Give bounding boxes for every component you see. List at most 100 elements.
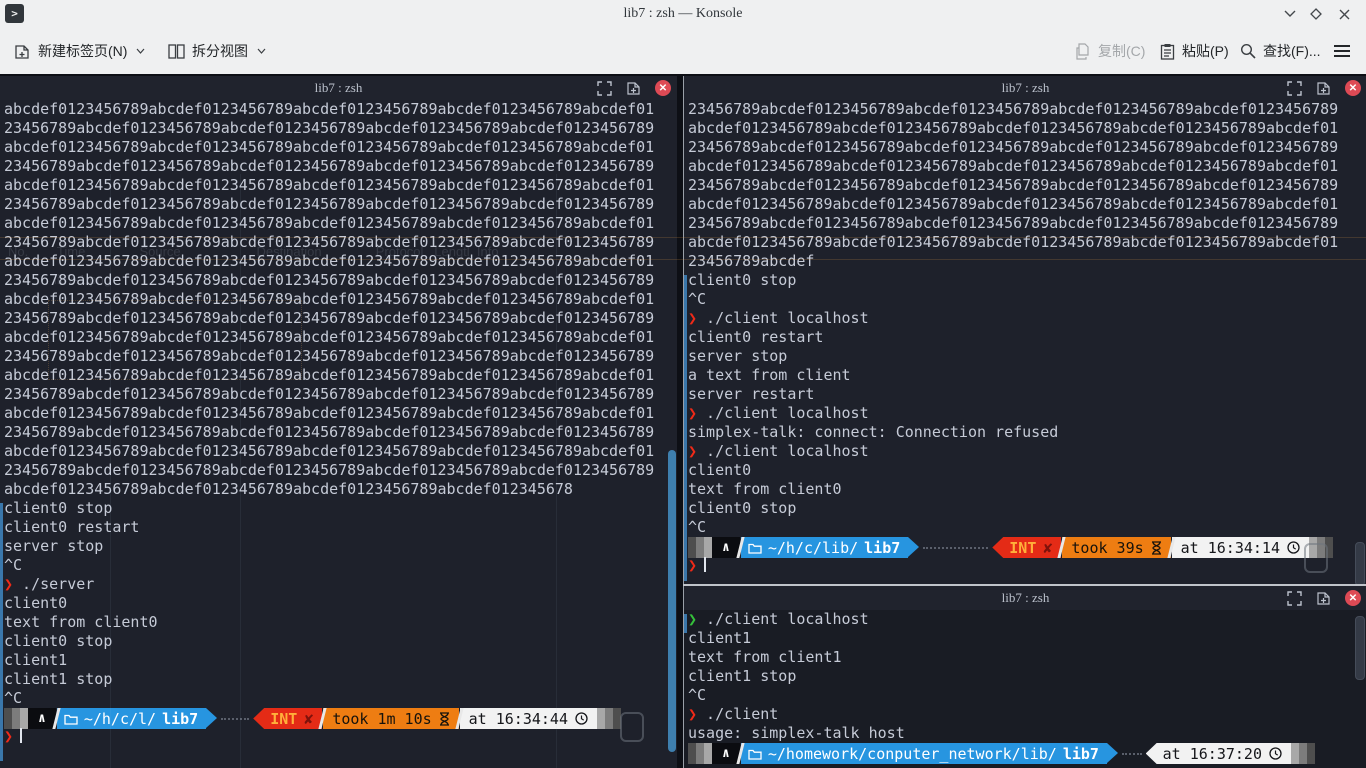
- terminal-line: abcdef0123456789abcdef0123456789abcdef01…: [688, 119, 1366, 138]
- prompt-segment-os: ∧: [712, 743, 740, 764]
- close-pane-icon[interactable]: ✕: [655, 80, 671, 96]
- terminal-line: server stop: [4, 537, 677, 556]
- terminal-line: abcdef0123456789abcdef0123456789abcdef01…: [4, 404, 677, 423]
- paste-label: 粘贴(P): [1182, 41, 1229, 61]
- folder-icon: [748, 748, 762, 760]
- close-button[interactable]: [1334, 4, 1354, 24]
- copy-label: 复制(C): [1098, 41, 1145, 61]
- terminal-line: ❯: [688, 556, 1366, 575]
- split-view-label: 拆分视图: [192, 41, 248, 61]
- folder-icon: [64, 713, 78, 725]
- prompt-segment-time: at 16:34:44: [460, 708, 597, 729]
- hourglass-icon: [439, 712, 450, 726]
- pane-header[interactable]: lib7 : zsh ✕: [684, 586, 1366, 610]
- folder-icon: [748, 542, 762, 554]
- paste-button[interactable]: 粘贴(P): [1160, 36, 1229, 66]
- new-tab-small-icon[interactable]: [626, 81, 641, 96]
- prompt-segment-int: INT✘: [992, 537, 1061, 558]
- terminal-line: client0: [4, 594, 677, 613]
- terminal-line: 23456789abcdef0123456789abcdef0123456789…: [4, 195, 677, 214]
- terminal-pane-left[interactable]: lib7 : zsh ✕ abcdef0123456789abcdef01234…: [0, 76, 677, 768]
- search-icon: [1240, 43, 1256, 59]
- terminal-line: ^C: [4, 556, 677, 575]
- terminal-line: abcdef0123456789abcdef0123456789abcdef01…: [4, 176, 677, 195]
- paste-icon: [1160, 43, 1175, 60]
- prompt-segment-directory: ~/homework/conputer_network/lib/lib7: [741, 743, 1107, 764]
- terminal-line: a text from client: [688, 366, 1366, 385]
- minimize-button[interactable]: [1280, 4, 1300, 24]
- close-pane-icon[interactable]: ✕: [1345, 590, 1361, 606]
- split-view-button[interactable]: 拆分视图: [168, 36, 266, 66]
- prompt-segment-time: at 16:37:20: [1146, 743, 1291, 764]
- terminal-line: server stop: [688, 347, 1366, 366]
- konsole-window: > lib7 : zsh — Konsole 新建标签页(N) 拆分视图: [0, 0, 1366, 768]
- scrollbar[interactable]: [1355, 616, 1365, 680]
- pane-title: lib7 : zsh: [1002, 590, 1050, 605]
- pane-header[interactable]: lib7 : zsh ✕: [0, 76, 677, 100]
- maximize-pane-icon[interactable]: [597, 81, 612, 96]
- new-tab-small-icon[interactable]: [1316, 81, 1331, 96]
- terminal-line: abcdef0123456789abcdef0123456789abcdef01…: [4, 252, 677, 271]
- terminal-line: 23456789abcdef: [688, 252, 1366, 271]
- maximize-pane-icon[interactable]: [1287, 81, 1302, 96]
- prompt-segment-directory: ~/h/c/lib/lib7: [741, 537, 908, 558]
- terminal-line: abcdef0123456789abcdef0123456789abcdef01…: [4, 214, 677, 233]
- prompt-segment-directory: ~/h/c/l/lib7: [57, 708, 206, 729]
- terminal-line: client1 stop: [688, 667, 1366, 686]
- close-pane-icon[interactable]: ✕: [1345, 80, 1361, 96]
- terminal-line: ^C: [688, 518, 1366, 537]
- terminal-line: ^C: [688, 686, 1366, 705]
- terminal-line: 23456789abcdef0123456789abcdef0123456789…: [4, 385, 677, 404]
- hamburger-icon: [1333, 44, 1351, 58]
- terminal-line: ❯: [4, 727, 677, 746]
- prompt-segment-duration: took 39s: [1062, 537, 1170, 558]
- maximize-button[interactable]: [1306, 4, 1326, 24]
- terminal-line: ❯ ./client localhost: [688, 404, 1366, 423]
- maximize-pane-icon[interactable]: [1287, 591, 1302, 606]
- hamburger-menu-button[interactable]: [1333, 36, 1351, 66]
- terminal-line: abcdef0123456789abcdef0123456789abcdef01…: [4, 480, 677, 499]
- new-tab-button[interactable]: 新建标签页(N): [14, 36, 145, 66]
- terminal-line: 23456789abcdef0123456789abcdef0123456789…: [688, 138, 1366, 157]
- terminal-line: client1 stop: [4, 670, 677, 689]
- new-tab-label: 新建标签页(N): [38, 41, 127, 61]
- terminal-line: abcdef0123456789abcdef0123456789abcdef01…: [688, 233, 1366, 252]
- terminal-line: ❯ ./client: [688, 705, 1366, 724]
- terminal-line: 23456789abcdef0123456789abcdef0123456789…: [4, 233, 677, 252]
- scrollbar[interactable]: [1355, 542, 1365, 584]
- terminal-line: client0 stop: [4, 632, 677, 651]
- rounded-rect-artifact: [620, 712, 644, 742]
- terminal-line: text from client0: [4, 613, 677, 632]
- terminal-line: client1: [688, 629, 1366, 648]
- new-tab-small-icon[interactable]: [1316, 591, 1331, 606]
- terminal-line: client1: [4, 651, 677, 670]
- terminal-line: text from client1: [688, 648, 1366, 667]
- prompt-segment-os: ∧: [28, 708, 56, 729]
- terminal-line: client0 restart: [4, 518, 677, 537]
- terminal-line: usage: simplex-talk host: [688, 724, 1366, 743]
- terminal-text[interactable]: abcdef0123456789abcdef0123456789abcdef01…: [4, 100, 677, 768]
- terminal-line: ❯ ./client localhost: [688, 309, 1366, 328]
- prompt-segment-os: ∧: [712, 537, 740, 558]
- scrollbar[interactable]: [668, 450, 676, 752]
- terminal-line: ❯ ./server: [4, 575, 677, 594]
- terminal-line: simplex-talk: connect: Connection refuse…: [688, 423, 1366, 442]
- find-button[interactable]: 查找(F)...: [1240, 36, 1321, 66]
- window-title: lib7 : zsh — Konsole: [0, 0, 1366, 28]
- terminal-text[interactable]: ❯ ./client localhostclient1text from cli…: [688, 610, 1366, 768]
- toolbar: 新建标签页(N) 拆分视图 复制(C) 粘贴(P): [0, 28, 1366, 75]
- terminal-line: server restart: [688, 385, 1366, 404]
- pane-title: lib7 : zsh: [315, 80, 363, 95]
- pane-header[interactable]: lib7 : zsh ✕: [684, 76, 1366, 100]
- terminal-pane-bottom-right[interactable]: lib7 : zsh ✕ ❯ ./client localhostclient1…: [683, 586, 1366, 768]
- pane-title: lib7 : zsh: [1002, 80, 1050, 95]
- prompt-bar: ∧~/h/c/lib/lib7INT✘took 39sat 16:34:14: [688, 537, 1333, 558]
- terminal-line: 23456789abcdef0123456789abcdef0123456789…: [4, 271, 677, 290]
- terminal-text[interactable]: 23456789abcdef0123456789abcdef0123456789…: [688, 100, 1366, 584]
- prompt-bar: ∧~/homework/conputer_network/lib/lib7 at …: [688, 743, 1315, 764]
- terminal-pane-top-right[interactable]: lib7 : zsh ✕ 23456789abcdef0123456789abc…: [683, 76, 1366, 584]
- find-label: 查找(F)...: [1263, 41, 1321, 61]
- terminal-line: 23456789abcdef0123456789abcdef0123456789…: [4, 347, 677, 366]
- command-output-marker: [0, 503, 3, 761]
- terminal-line: abcdef0123456789abcdef0123456789abcdef01…: [4, 290, 677, 309]
